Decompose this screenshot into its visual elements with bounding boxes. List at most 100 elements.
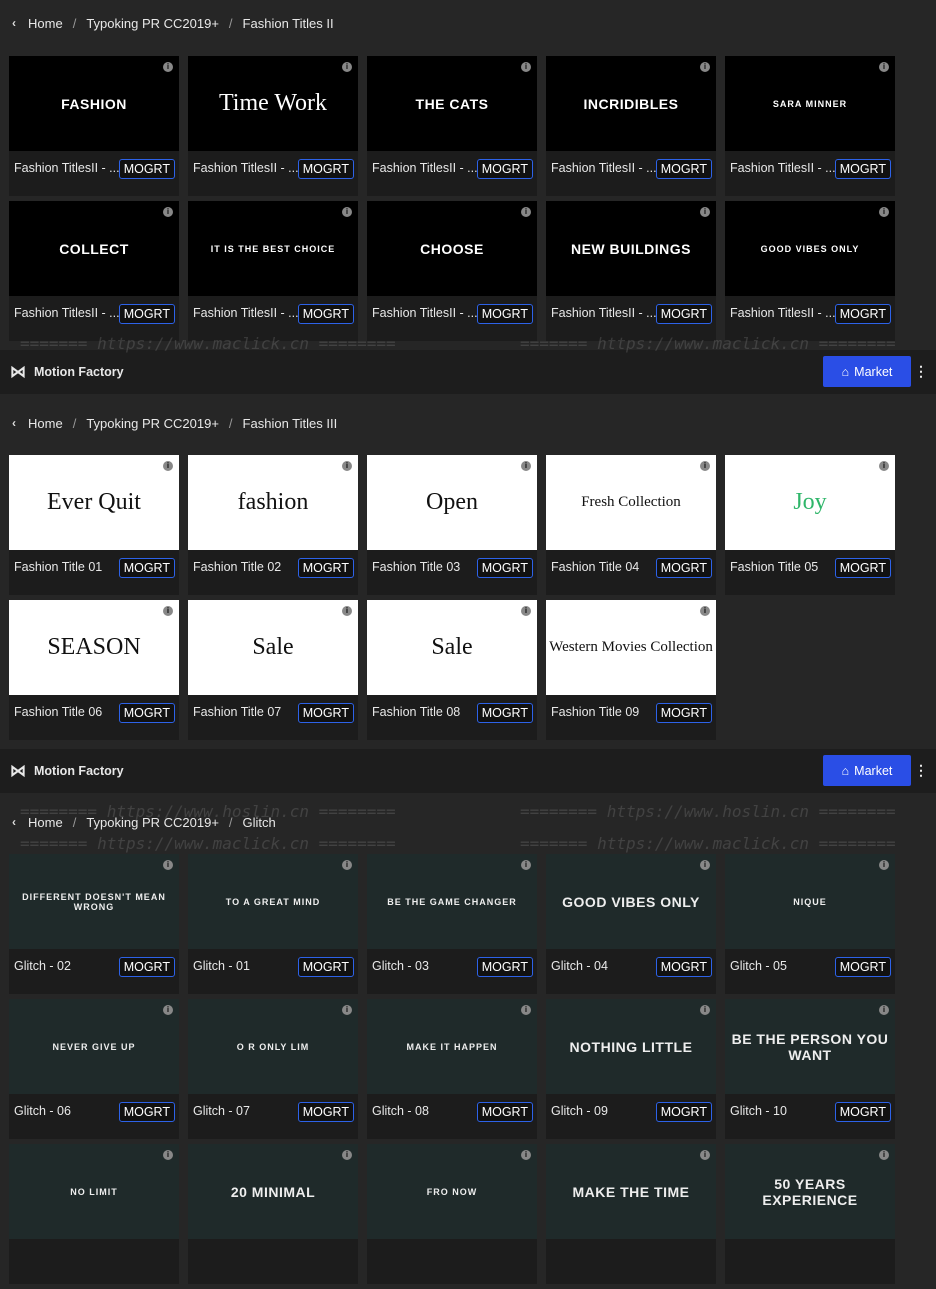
info-icon[interactable]: i: [700, 207, 710, 217]
info-icon[interactable]: i: [521, 606, 531, 616]
template-thumbnail[interactable]: MAKE IT HAPPEN i: [367, 999, 537, 1094]
template-card[interactable]: BE THE PERSON YOU WANT i Glitch - 10 MOGRT: [725, 999, 895, 1139]
template-thumbnail[interactable]: NOTHING LITTLE i: [546, 999, 716, 1094]
template-thumbnail[interactable]: Sale i: [367, 600, 537, 695]
info-icon[interactable]: i: [700, 461, 710, 471]
breadcrumb-item[interactable]: Home: [28, 416, 63, 431]
template-card[interactable]: MAKE THE TIME i: [546, 1144, 716, 1284]
info-icon[interactable]: i: [342, 1005, 352, 1015]
template-card[interactable]: Fresh Collection i Fashion Title 04 MOGRT: [546, 455, 716, 595]
template-thumbnail[interactable]: COLLECT i: [9, 201, 179, 296]
breadcrumb-item[interactable]: Typoking PR CC2019+: [86, 16, 219, 31]
back-chevron-icon[interactable]: ‹: [12, 416, 16, 430]
info-icon[interactable]: i: [521, 860, 531, 870]
info-icon[interactable]: i: [521, 62, 531, 72]
info-icon[interactable]: i: [700, 1005, 710, 1015]
template-card[interactable]: NEW BUILDINGS i Fashion TitlesII - ... MOGR…: [546, 201, 716, 341]
breadcrumb-item[interactable]: Home: [28, 815, 63, 830]
template-thumbnail[interactable]: THE CATS i: [367, 56, 537, 151]
info-icon[interactable]: i: [700, 62, 710, 72]
template-thumbnail[interactable]: Open i: [367, 455, 537, 550]
breadcrumb-item[interactable]: Home: [28, 16, 63, 31]
template-thumbnail[interactable]: DIFFERENT DOESN'T MEAN WRONG i: [9, 854, 179, 949]
template-thumbnail[interactable]: 20 MINIMAL i: [188, 1144, 358, 1239]
template-thumbnail[interactable]: GOOD VIBES ONLY i: [725, 201, 895, 296]
template-card[interactable]: O R ONLY LIM i Glitch - 07 MOGRT: [188, 999, 358, 1139]
template-thumbnail[interactable]: NO LIMIT i: [9, 1144, 179, 1239]
info-icon[interactable]: i: [879, 1005, 889, 1015]
template-card[interactable]: NEVER GIVE UP i Glitch - 06 MOGRT: [9, 999, 179, 1139]
template-thumbnail[interactable]: O R ONLY LIM i: [188, 999, 358, 1094]
info-icon[interactable]: i: [700, 606, 710, 616]
market-button[interactable]: ⌂ Market: [823, 755, 911, 786]
template-card[interactable]: Ever Quit i Fashion Title 01 MOGRT: [9, 455, 179, 595]
info-icon[interactable]: i: [879, 860, 889, 870]
template-thumbnail[interactable]: Joy i: [725, 455, 895, 550]
info-icon[interactable]: i: [163, 62, 173, 72]
template-card[interactable]: MAKE IT HAPPEN i Glitch - 08 MOGRT: [367, 999, 537, 1139]
template-thumbnail[interactable]: SARA MINNER i: [725, 56, 895, 151]
back-chevron-icon[interactable]: ‹: [12, 16, 16, 30]
info-icon[interactable]: i: [163, 1150, 173, 1160]
template-thumbnail[interactable]: Ever Quit i: [9, 455, 179, 550]
template-card[interactable]: CHOOSE i Fashion TitlesII - ... MOGRT: [367, 201, 537, 341]
template-card[interactable]: SEASON i Fashion Title 06 MOGRT: [9, 600, 179, 740]
info-icon[interactable]: i: [342, 1150, 352, 1160]
template-card[interactable]: NIQUE i Glitch - 05 MOGRT: [725, 854, 895, 994]
template-card[interactable]: Sale i Fashion Title 08 MOGRT: [367, 600, 537, 740]
info-icon[interactable]: i: [163, 207, 173, 217]
breadcrumb-item[interactable]: Typoking PR CC2019+: [86, 416, 219, 431]
info-icon[interactable]: i: [700, 1150, 710, 1160]
template-card[interactable]: 20 MINIMAL i: [188, 1144, 358, 1284]
info-icon[interactable]: i: [879, 62, 889, 72]
info-icon[interactable]: i: [163, 1005, 173, 1015]
template-thumbnail[interactable]: FASHION i: [9, 56, 179, 151]
info-icon[interactable]: i: [342, 461, 352, 471]
template-card[interactable]: 50 YEARS EXPERIENCE i: [725, 1144, 895, 1284]
info-icon[interactable]: i: [879, 461, 889, 471]
template-thumbnail[interactable]: BE THE PERSON YOU WANT i: [725, 999, 895, 1094]
info-icon[interactable]: i: [163, 860, 173, 870]
template-thumbnail[interactable]: INCRIDIBLES i: [546, 56, 716, 151]
info-icon[interactable]: i: [342, 606, 352, 616]
template-thumbnail[interactable]: BE THE GAME CHANGER i: [367, 854, 537, 949]
breadcrumb-item[interactable]: Typoking PR CC2019+: [86, 815, 219, 830]
template-thumbnail[interactable]: IT IS THE BEST CHOICE i: [188, 201, 358, 296]
template-thumbnail[interactable]: fashion i: [188, 455, 358, 550]
market-button[interactable]: ⌂ Market: [823, 356, 911, 387]
info-icon[interactable]: i: [879, 1150, 889, 1160]
template-thumbnail[interactable]: NIQUE i: [725, 854, 895, 949]
template-thumbnail[interactable]: MAKE THE TIME i: [546, 1144, 716, 1239]
info-icon[interactable]: i: [342, 860, 352, 870]
template-card[interactable]: NOTHING LITTLE i Glitch - 09 MOGRT: [546, 999, 716, 1139]
template-card[interactable]: FRO NOW i: [367, 1144, 537, 1284]
template-card[interactable]: fashion i Fashion Title 02 MOGRT: [188, 455, 358, 595]
template-card[interactable]: DIFFERENT DOESN'T MEAN WRONG i Glitch - 02…: [9, 854, 179, 994]
template-card[interactable]: INCRIDIBLES i Fashion TitlesII - ... MOGRT: [546, 56, 716, 196]
more-menu-icon[interactable]: ⋮: [914, 762, 928, 779]
info-icon[interactable]: i: [342, 62, 352, 72]
template-thumbnail[interactable]: GOOD VIBES ONLY i: [546, 854, 716, 949]
info-icon[interactable]: i: [521, 461, 531, 471]
info-icon[interactable]: i: [163, 461, 173, 471]
template-thumbnail[interactable]: Sale i: [188, 600, 358, 695]
template-card[interactable]: FASHION i Fashion TitlesII - ... MOGRT: [9, 56, 179, 196]
template-card[interactable]: COLLECT i Fashion TitlesII - ... MOGRT: [9, 201, 179, 341]
template-thumbnail[interactable]: Time Work i: [188, 56, 358, 151]
info-icon[interactable]: i: [879, 207, 889, 217]
template-thumbnail[interactable]: Western Movies Collection i: [546, 600, 716, 695]
template-card[interactable]: GOOD VIBES ONLY i Fashion TitlesII - ... MO…: [725, 201, 895, 341]
info-icon[interactable]: i: [700, 860, 710, 870]
info-icon[interactable]: i: [521, 1150, 531, 1160]
more-menu-icon[interactable]: ⋮: [914, 363, 928, 380]
template-thumbnail[interactable]: NEVER GIVE UP i: [9, 999, 179, 1094]
template-thumbnail[interactable]: FRO NOW i: [367, 1144, 537, 1239]
template-card[interactable]: IT IS THE BEST CHOICE i Fashion TitlesII -…: [188, 201, 358, 341]
template-card[interactable]: TO A GREAT MIND i Glitch - 01 MOGRT: [188, 854, 358, 994]
template-card[interactable]: NO LIMIT i: [9, 1144, 179, 1284]
template-thumbnail[interactable]: NEW BUILDINGS i: [546, 201, 716, 296]
template-card[interactable]: Open i Fashion Title 03 MOGRT: [367, 455, 537, 595]
template-card[interactable]: Western Movies Collection i Fashion Title …: [546, 600, 716, 740]
back-chevron-icon[interactable]: ‹: [12, 815, 16, 829]
info-icon[interactable]: i: [342, 207, 352, 217]
